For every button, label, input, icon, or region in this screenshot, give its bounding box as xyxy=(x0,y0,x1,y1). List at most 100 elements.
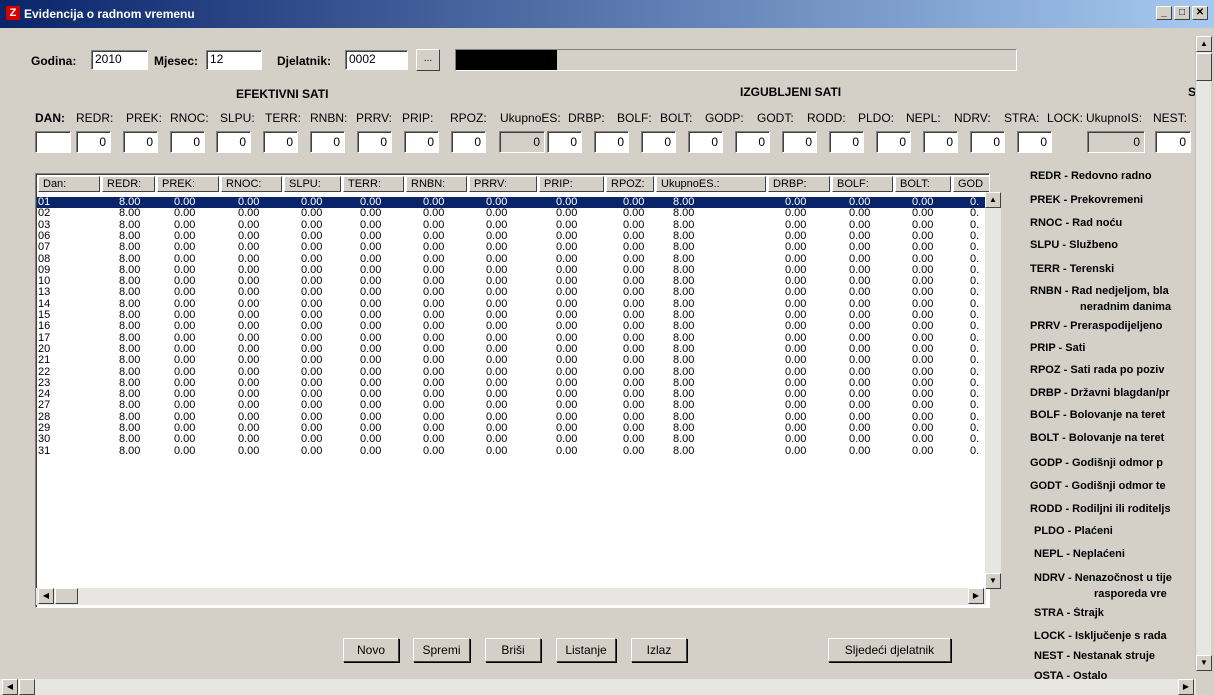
entry-input-lock[interactable]: 0 xyxy=(1017,131,1052,153)
entry-input-drbp[interactable]: 0 xyxy=(547,131,582,153)
table-row[interactable]: 03 8.00 0.00 0.00 0.00 0.00 0.00 0.00 0.00 0.00 8.… xyxy=(37,220,987,231)
table-row[interactable]: 15 8.00 0.00 0.00 0.00 0.00 0.00 0.00 0.00 0.00 8.… xyxy=(37,310,987,321)
grid-horizontal-scrollbar[interactable]: ◀ ▶ xyxy=(36,588,986,605)
scroll-down-icon[interactable]: ▼ xyxy=(1196,655,1212,671)
grid-header-god[interactable]: GOD xyxy=(953,176,989,192)
grid-header-slpu[interactable]: SLPU: xyxy=(284,176,341,192)
entry-input-rpoz[interactable]: 0 xyxy=(451,131,486,153)
table-row[interactable]: 23 8.00 0.00 0.00 0.00 0.00 0.00 0.00 0.00 0.00 8.… xyxy=(37,378,987,389)
djelatnik-input[interactable]: 0002 xyxy=(345,50,408,70)
table-row[interactable]: 21 8.00 0.00 0.00 0.00 0.00 0.00 0.00 0.00 0.00 8.… xyxy=(37,355,987,366)
entry-input-nepl[interactable]: 0 xyxy=(876,131,911,153)
minimize-icon[interactable]: _ xyxy=(1156,6,1172,20)
maximize-icon[interactable]: □ xyxy=(1174,6,1190,20)
table-row[interactable]: 24 8.00 0.00 0.00 0.00 0.00 0.00 0.00 0.00 0.00 8.… xyxy=(37,389,987,400)
entry-input-redr[interactable]: 0 xyxy=(76,131,111,153)
grid-scroll-up-icon[interactable]: ▲ xyxy=(985,192,1001,208)
grid-header-bolf[interactable]: BOLF: xyxy=(832,176,893,192)
entry-input-prek[interactable]: 0 xyxy=(123,131,158,153)
entry-input-rodd[interactable]: 0 xyxy=(782,131,817,153)
izlaz-button[interactable]: Izlaz xyxy=(631,638,687,662)
entry-input-prrv[interactable]: 0 xyxy=(357,131,392,153)
grid-header-prrv[interactable]: PRRV: xyxy=(469,176,537,192)
table-row[interactable]: 10 8.00 0.00 0.00 0.00 0.00 0.00 0.00 0.00 0.00 8.… xyxy=(37,276,987,287)
close-icon[interactable]: ✕ xyxy=(1192,6,1208,20)
grid-header-ukupnoes[interactable]: UkupnoES.: xyxy=(656,176,766,192)
entry-input-slpu[interactable]: 0 xyxy=(216,131,251,153)
grid-header-terr[interactable]: TERR: xyxy=(343,176,404,192)
table-row[interactable]: 14 8.00 0.00 0.00 0.00 0.00 0.00 0.00 0.00 0.00 8.… xyxy=(37,299,987,310)
grid-scroll-down-icon[interactable]: ▼ xyxy=(985,573,1001,589)
grid-vertical-scrollbar[interactable]: ▲ ▼ xyxy=(985,192,1001,589)
grid-scroll-left-icon[interactable]: ◀ xyxy=(38,588,54,604)
entry-input-godp[interactable]: 0 xyxy=(688,131,723,153)
table-cell: 8.00 xyxy=(119,355,141,367)
grid-header-bolt[interactable]: BOLT: xyxy=(895,176,951,192)
grid-header-rnbn[interactable]: RNBN: xyxy=(406,176,467,192)
entry-input-prip[interactable]: 0 xyxy=(404,131,439,153)
table-row[interactable]: 31 8.00 0.00 0.00 0.00 0.00 0.00 0.00 0.00 0.00 8.… xyxy=(37,446,987,457)
entry-input-ndrv[interactable]: 0 xyxy=(923,131,958,153)
table-cell: 0.00 xyxy=(785,343,807,355)
table-row[interactable]: 07 8.00 0.00 0.00 0.00 0.00 0.00 0.00 0.00 0.00 8.… xyxy=(37,242,987,253)
entry-input-ukupnoes[interactable]: 0 xyxy=(499,131,545,153)
grid-scroll-thumb[interactable] xyxy=(55,588,78,604)
grid-header-prip[interactable]: PRIP: xyxy=(539,176,604,192)
entry-header-dan: DAN: xyxy=(35,111,65,125)
table-row[interactable]: 01 8.00 0.00 0.00 0.00 0.00 0.00 0.00 0.00 0.00 8.… xyxy=(37,197,987,208)
table-row[interactable]: 20 8.00 0.00 0.00 0.00 0.00 0.00 0.00 0.00 0.00 8.… xyxy=(37,344,987,355)
grid-header-redr[interactable]: REDR: xyxy=(102,176,155,192)
spremi-button[interactable]: Spremi xyxy=(413,638,470,662)
grid-header-rpoz[interactable]: RPOZ: xyxy=(606,176,654,192)
entry-input-dan[interactable] xyxy=(35,131,71,153)
entry-input-ukupnois[interactable]: 0 xyxy=(1087,131,1145,153)
entry-input-terr[interactable]: 0 xyxy=(263,131,298,153)
window-horizontal-scrollbar[interactable]: ◀ ▶ xyxy=(0,679,1196,695)
grid-scroll-right-icon[interactable]: ▶ xyxy=(968,588,984,604)
table-row[interactable]: 27 8.00 0.00 0.00 0.00 0.00 0.00 0.00 0.00 0.00 8.… xyxy=(37,400,987,411)
scroll-left-icon[interactable]: ◀ xyxy=(2,679,18,695)
entry-input-bolt[interactable]: 0 xyxy=(641,131,676,153)
mjesec-input[interactable]: 12 xyxy=(206,50,262,70)
table-row[interactable]: 02 8.00 0.00 0.00 0.00 0.00 0.00 0.00 0.00 0.00 8.… xyxy=(37,208,987,219)
table-row[interactable]: 22 8.00 0.00 0.00 0.00 0.00 0.00 0.00 0.00 0.00 8.… xyxy=(37,367,987,378)
sljedeci-djelatnik-button[interactable]: Sljedeći djelatnik xyxy=(828,638,951,662)
entry-input-rnoc[interactable]: 0 xyxy=(170,131,205,153)
table-row[interactable]: 29 8.00 0.00 0.00 0.00 0.00 0.00 0.00 0.00 0.00 8.… xyxy=(37,423,987,434)
table-row[interactable]: 08 8.00 0.00 0.00 0.00 0.00 0.00 0.00 0.00 0.00 8.… xyxy=(37,254,987,265)
entry-input-bolf[interactable]: 0 xyxy=(594,131,629,153)
scroll-right-icon[interactable]: ▶ xyxy=(1178,679,1194,695)
novo-button[interactable]: Novo xyxy=(343,638,399,662)
entry-input-pldo[interactable]: 0 xyxy=(829,131,864,153)
entry-input-godt[interactable]: 0 xyxy=(735,131,770,153)
window-vertical-scrollbar[interactable]: ▲ ▼ xyxy=(1195,36,1212,671)
brisi-button[interactable]: Briši xyxy=(485,638,541,662)
listanje-button[interactable]: Listanje xyxy=(556,638,616,662)
grid-header-drbp[interactable]: DRBP: xyxy=(768,176,830,192)
table-row[interactable]: 30 8.00 0.00 0.00 0.00 0.00 0.00 0.00 0.00 0.00 8.… xyxy=(37,434,987,445)
grid-header-rnoc[interactable]: RNOC: xyxy=(221,176,282,192)
browse-button[interactable]: ... xyxy=(416,49,440,71)
title-bar[interactable]: Z Evidencija o radnom vremenu _ □ ✕ xyxy=(0,0,1214,28)
table-row[interactable]: 28 8.00 0.00 0.00 0.00 0.00 0.00 0.00 0.00 0.00 8.… xyxy=(37,412,987,423)
grid-header-prek[interactable]: PREK: xyxy=(157,176,219,192)
table-cell: 0.00 xyxy=(785,377,807,389)
table-cell: 0.00 xyxy=(623,389,645,401)
scroll-thumb[interactable] xyxy=(1196,53,1212,81)
table-row[interactable]: 06 8.00 0.00 0.00 0.00 0.00 0.00 0.00 0.00 0.00 8.… xyxy=(37,231,987,242)
table-cell: 0.00 xyxy=(785,389,807,401)
entry-input-rnbn[interactable]: 0 xyxy=(310,131,345,153)
table-cell: 0.00 xyxy=(785,366,807,378)
grid-header-dan[interactable]: Dan: xyxy=(38,176,100,192)
table-row[interactable]: 17 8.00 0.00 0.00 0.00 0.00 0.00 0.00 0.00 0.00 8.… xyxy=(37,333,987,344)
table-cell: 16 xyxy=(38,321,51,333)
hscroll-thumb[interactable] xyxy=(19,679,35,695)
hours-grid[interactable]: Dan: REDR: PREK: RNOC: SLPU: TERR: RNBN: PRRV: P… xyxy=(35,173,990,608)
table-row[interactable]: 13 8.00 0.00 0.00 0.00 0.00 0.00 0.00 0.00 0.00 8.… xyxy=(37,287,987,298)
table-row[interactable]: 16 8.00 0.00 0.00 0.00 0.00 0.00 0.00 0.00 0.00 8.… xyxy=(37,321,987,332)
scroll-up-icon[interactable]: ▲ xyxy=(1196,36,1212,52)
table-row[interactable]: 09 8.00 0.00 0.00 0.00 0.00 0.00 0.00 0.00 0.00 8.… xyxy=(37,265,987,276)
entry-input-nest[interactable]: 0 xyxy=(1155,131,1191,153)
entry-input-stra[interactable]: 0 xyxy=(970,131,1005,153)
godina-input[interactable]: 2010 xyxy=(91,50,148,70)
